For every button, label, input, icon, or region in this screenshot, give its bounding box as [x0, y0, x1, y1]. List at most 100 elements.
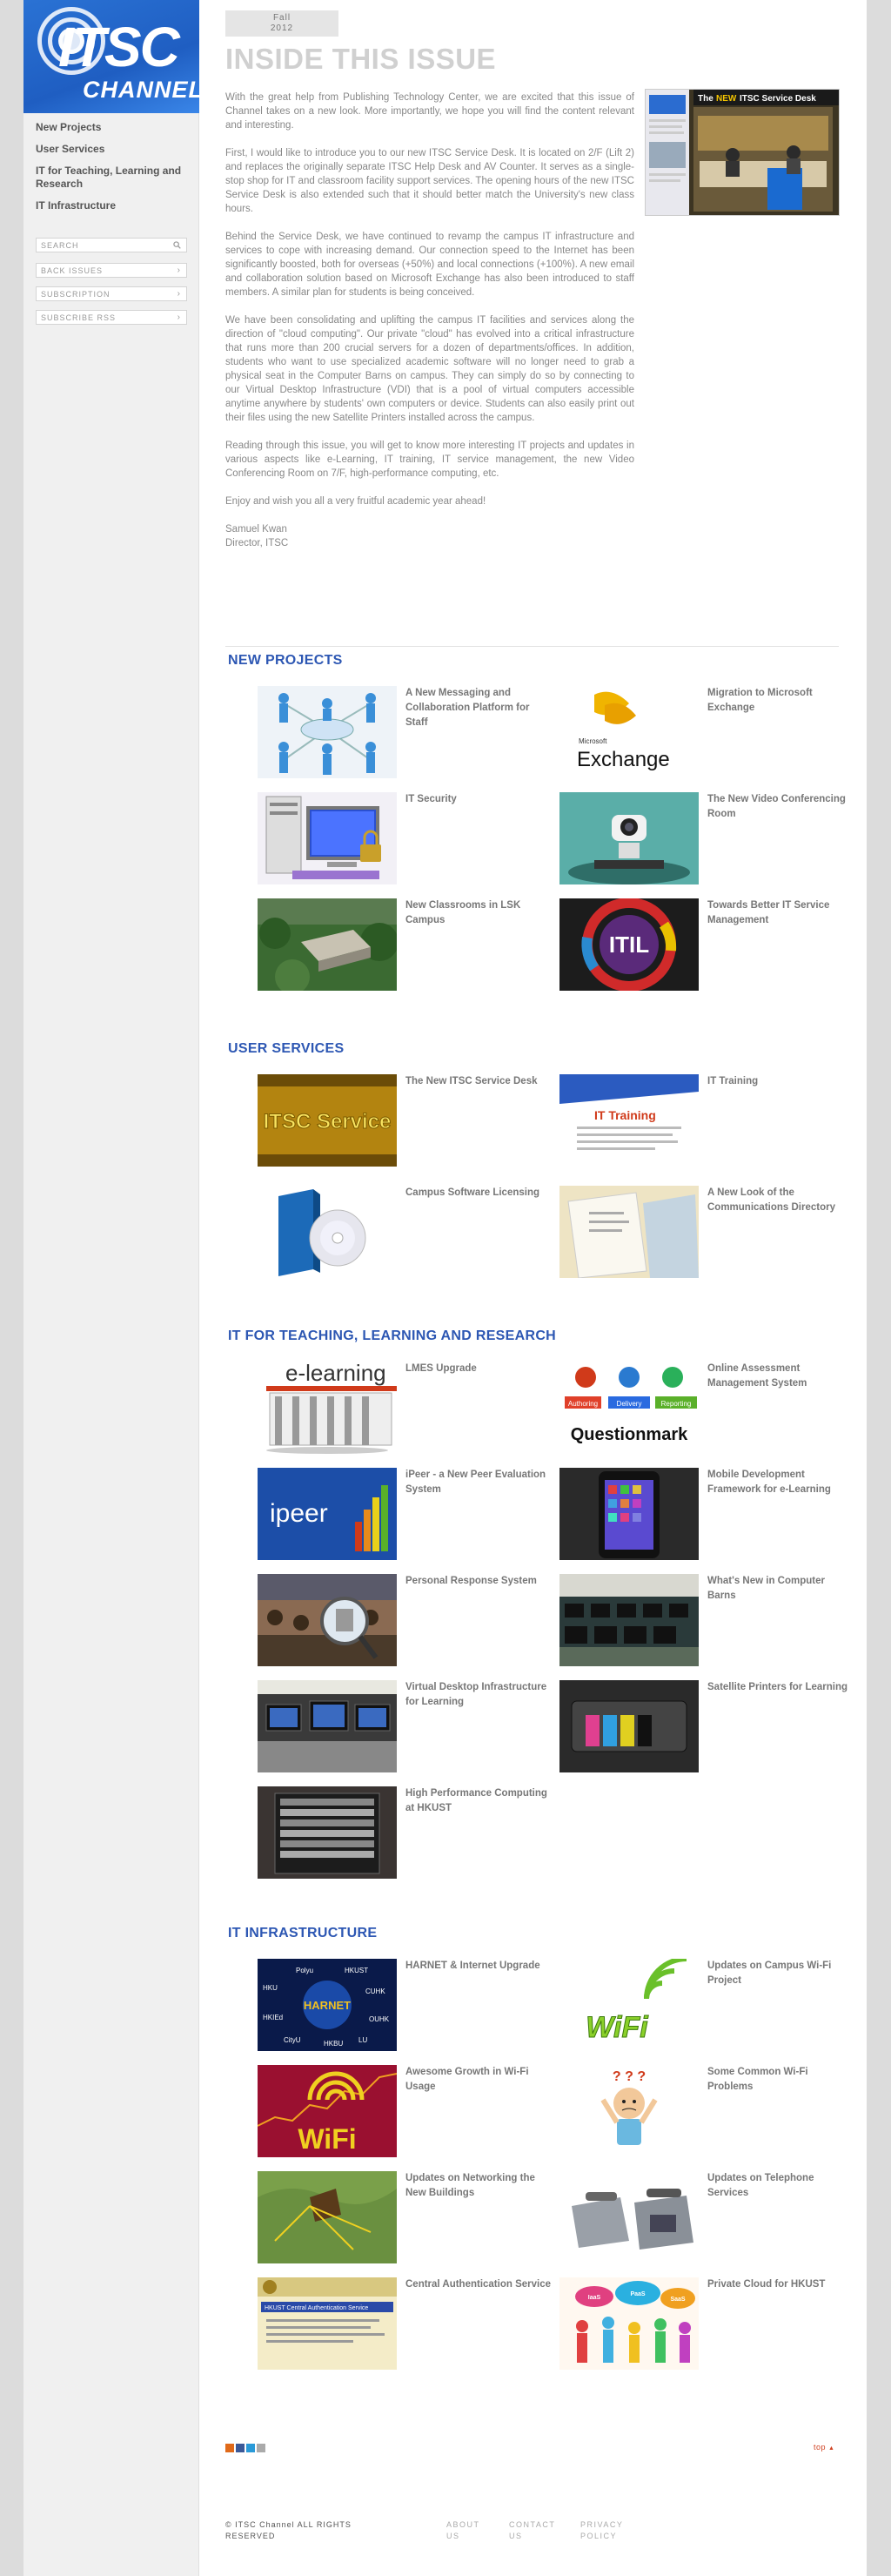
article-title[interactable]: Satellite Printers for Learning: [707, 1680, 855, 1695]
article-card[interactable]: ipeer iPeer - a New Peer Evaluation Syst…: [258, 1468, 553, 1560]
article-card[interactable]: e-learning LMES Upgrade: [258, 1362, 553, 1454]
personal-response-thumbnail[interactable]: [258, 1574, 397, 1666]
telephone-thumbnail[interactable]: [559, 2171, 699, 2263]
article-title[interactable]: High Performance Computing at HKUST: [405, 1786, 553, 1816]
collaboration-thumbnail[interactable]: [258, 686, 397, 778]
back-issues-link[interactable]: BACK ISSUES ›: [36, 263, 187, 278]
elearning-thumbnail[interactable]: e-learning: [258, 1362, 397, 1454]
lsk-campus-thumbnail[interactable]: [258, 898, 397, 991]
article-card[interactable]: The New Video Conferencing Room: [559, 792, 855, 884]
questionmark-thumbnail[interactable]: Authoring Delivery Reporting Questionmar…: [559, 1362, 699, 1454]
search-input[interactable]: SEARCH: [36, 238, 187, 252]
software-licensing-thumbnail[interactable]: [258, 1186, 397, 1278]
article-title[interactable]: IT Training: [707, 1074, 855, 1089]
itil-thumbnail[interactable]: ITIL: [559, 898, 699, 991]
mobile-framework-thumbnail[interactable]: [559, 1468, 699, 1560]
article-card[interactable]: Microsoft Exchange Migration to Microsof…: [559, 686, 855, 778]
sidebar-item-it-infrastructure[interactable]: IT Infrastructure: [36, 197, 191, 215]
share-icon[interactable]: [225, 2444, 234, 2452]
sidebar-item-user-services[interactable]: User Services: [36, 140, 191, 158]
central-authentication-thumbnail[interactable]: HKUST Central Authentication Service: [258, 2277, 397, 2370]
ipeer-thumbnail[interactable]: ipeer: [258, 1468, 397, 1560]
article-card[interactable]: IT Security: [258, 792, 553, 884]
twitter-icon[interactable]: [246, 2444, 255, 2452]
article-card[interactable]: ITSC Service The New ITSC Service Desk: [258, 1074, 553, 1167]
wifi-project-thumbnail[interactable]: WiFi: [559, 1959, 699, 2051]
private-cloud-thumbnail[interactable]: IaaS PaaS SaaS: [559, 2277, 699, 2370]
article-card[interactable]: Updates on Telephone Services: [559, 2171, 855, 2263]
subscription-link[interactable]: SUBSCRIPTION ›: [36, 286, 187, 301]
article-title[interactable]: Updates on Campus Wi-Fi Project: [707, 1959, 855, 1988]
article-title[interactable]: LMES Upgrade: [405, 1362, 553, 1376]
exchange-thumbnail[interactable]: Microsoft Exchange: [559, 686, 699, 778]
article-title[interactable]: New Classrooms in LSK Campus: [405, 898, 553, 928]
article-title[interactable]: The New ITSC Service Desk: [405, 1074, 553, 1089]
article-title[interactable]: Mobile Development Framework for e-Learn…: [707, 1468, 855, 1497]
back-to-top-link[interactable]: top ▲: [814, 2443, 834, 2452]
article-card[interactable]: New Classrooms in LSK Campus: [258, 898, 553, 991]
video-conferencing-thumbnail[interactable]: [559, 792, 699, 884]
subscribe-rss-link[interactable]: SUBSCRIBE RSS ›: [36, 310, 187, 325]
article-title[interactable]: Central Authentication Service: [405, 2277, 553, 2292]
article-title[interactable]: IT Security: [405, 792, 553, 807]
contact-us-link[interactable]: CONTACT US: [509, 2519, 554, 2542]
wifi-usage-thumbnail[interactable]: WiFi: [258, 2065, 397, 2157]
article-title[interactable]: Awesome Growth in Wi-Fi Usage: [405, 2065, 553, 2095]
article-title[interactable]: Campus Software Licensing: [405, 1186, 553, 1201]
delivery-label: Delivery: [617, 1400, 642, 1408]
search-icon[interactable]: [173, 241, 181, 249]
article-card[interactable]: Campus Software Licensing: [258, 1186, 553, 1278]
article-card[interactable]: Authoring Delivery Reporting Questionmar…: [559, 1362, 855, 1454]
sidebar-item-new-projects[interactable]: New Projects: [36, 118, 191, 137]
article-card[interactable]: Personal Response System: [258, 1574, 553, 1666]
article-card[interactable]: Satellite Printers for Learning: [559, 1680, 855, 1772]
article-card[interactable]: A New Messaging and Collaboration Platfo…: [258, 686, 553, 778]
harnet-thumbnail[interactable]: HARNET Polyu HKUST HKU CUHK HKIEd OUHK C…: [258, 1959, 397, 2051]
privacy-policy-link[interactable]: PRIVACY POLICY: [580, 2519, 633, 2542]
facebook-icon[interactable]: [236, 2444, 245, 2452]
service-desk-thumbnail[interactable]: ITSC Service: [258, 1074, 397, 1167]
article-title[interactable]: Updates on Networking the New Buildings: [405, 2171, 553, 2201]
article-title[interactable]: HARNET & Internet Upgrade: [405, 1959, 553, 1974]
article-card[interactable]: ITIL Towards Better IT Service Managemen…: [559, 898, 855, 991]
article-title[interactable]: iPeer - a New Peer Evaluation System: [405, 1468, 553, 1497]
print-icon[interactable]: [257, 2444, 265, 2452]
article-card[interactable]: Mobile Development Framework for e-Learn…: [559, 1468, 855, 1560]
article-title[interactable]: The New Video Conferencing Room: [707, 792, 855, 822]
wifi-problems-thumbnail[interactable]: ? ? ?: [559, 2065, 699, 2157]
article-title[interactable]: Personal Response System: [405, 1574, 553, 1589]
it-training-thumbnail[interactable]: IT Training: [559, 1074, 699, 1167]
it-security-thumbnail[interactable]: [258, 792, 397, 884]
article-card[interactable]: HKUST Central Authentication Service Cen…: [258, 2277, 553, 2370]
article-card[interactable]: HARNET Polyu HKUST HKU CUHK HKIEd OUHK C…: [258, 1959, 553, 2051]
article-card[interactable]: High Performance Computing at HKUST: [258, 1786, 553, 1879]
article-title[interactable]: Virtual Desktop Infrastructure for Learn…: [405, 1680, 553, 1710]
article-card[interactable]: What's New in Computer Barns: [559, 1574, 855, 1666]
satellite-printers-thumbnail[interactable]: [559, 1680, 699, 1772]
article-title[interactable]: Updates on Telephone Services: [707, 2171, 855, 2201]
article-title[interactable]: Online Assessment Management System: [707, 1362, 855, 1391]
article-title[interactable]: Towards Better IT Service Management: [707, 898, 855, 928]
article-card[interactable]: WiFi Awesome Growth in Wi-Fi Usage: [258, 2065, 553, 2157]
article-card[interactable]: IT Training IT Training: [559, 1074, 855, 1167]
about-us-link[interactable]: ABOUT US: [446, 2519, 490, 2542]
article-card[interactable]: Virtual Desktop Infrastructure for Learn…: [258, 1680, 553, 1772]
networking-buildings-thumbnail[interactable]: [258, 2171, 397, 2263]
itsc-channel-logo[interactable]: ITSC CHANNEL: [23, 0, 199, 113]
article-card[interactable]: Updates on Networking the New Buildings: [258, 2171, 553, 2263]
article-card[interactable]: A New Look of the Communications Directo…: [559, 1186, 855, 1278]
vdi-thumbnail[interactable]: [258, 1680, 397, 1772]
article-title[interactable]: Private Cloud for HKUST: [707, 2277, 855, 2292]
article-title[interactable]: A New Look of the Communications Directo…: [707, 1186, 855, 1215]
sidebar-item-it-teaching[interactable]: IT for Teaching, Learning and Research: [36, 162, 191, 193]
article-card[interactable]: ? ? ? Some Common Wi-Fi Problems: [559, 2065, 855, 2157]
directory-thumbnail[interactable]: [559, 1186, 699, 1278]
article-title[interactable]: A New Messaging and Collaboration Platfo…: [405, 686, 553, 730]
article-card[interactable]: IaaS PaaS SaaS Private Cloud for HKUST: [559, 2277, 855, 2370]
hpc-thumbnail[interactable]: [258, 1786, 397, 1879]
article-title[interactable]: What's New in Computer Barns: [707, 1574, 855, 1604]
computer-barns-thumbnail[interactable]: [559, 1574, 699, 1666]
article-title[interactable]: Some Common Wi-Fi Problems: [707, 2065, 855, 2095]
article-title[interactable]: Migration to Microsoft Exchange: [707, 686, 855, 716]
article-card[interactable]: WiFi Updates on Campus Wi-Fi Project: [559, 1959, 855, 2051]
